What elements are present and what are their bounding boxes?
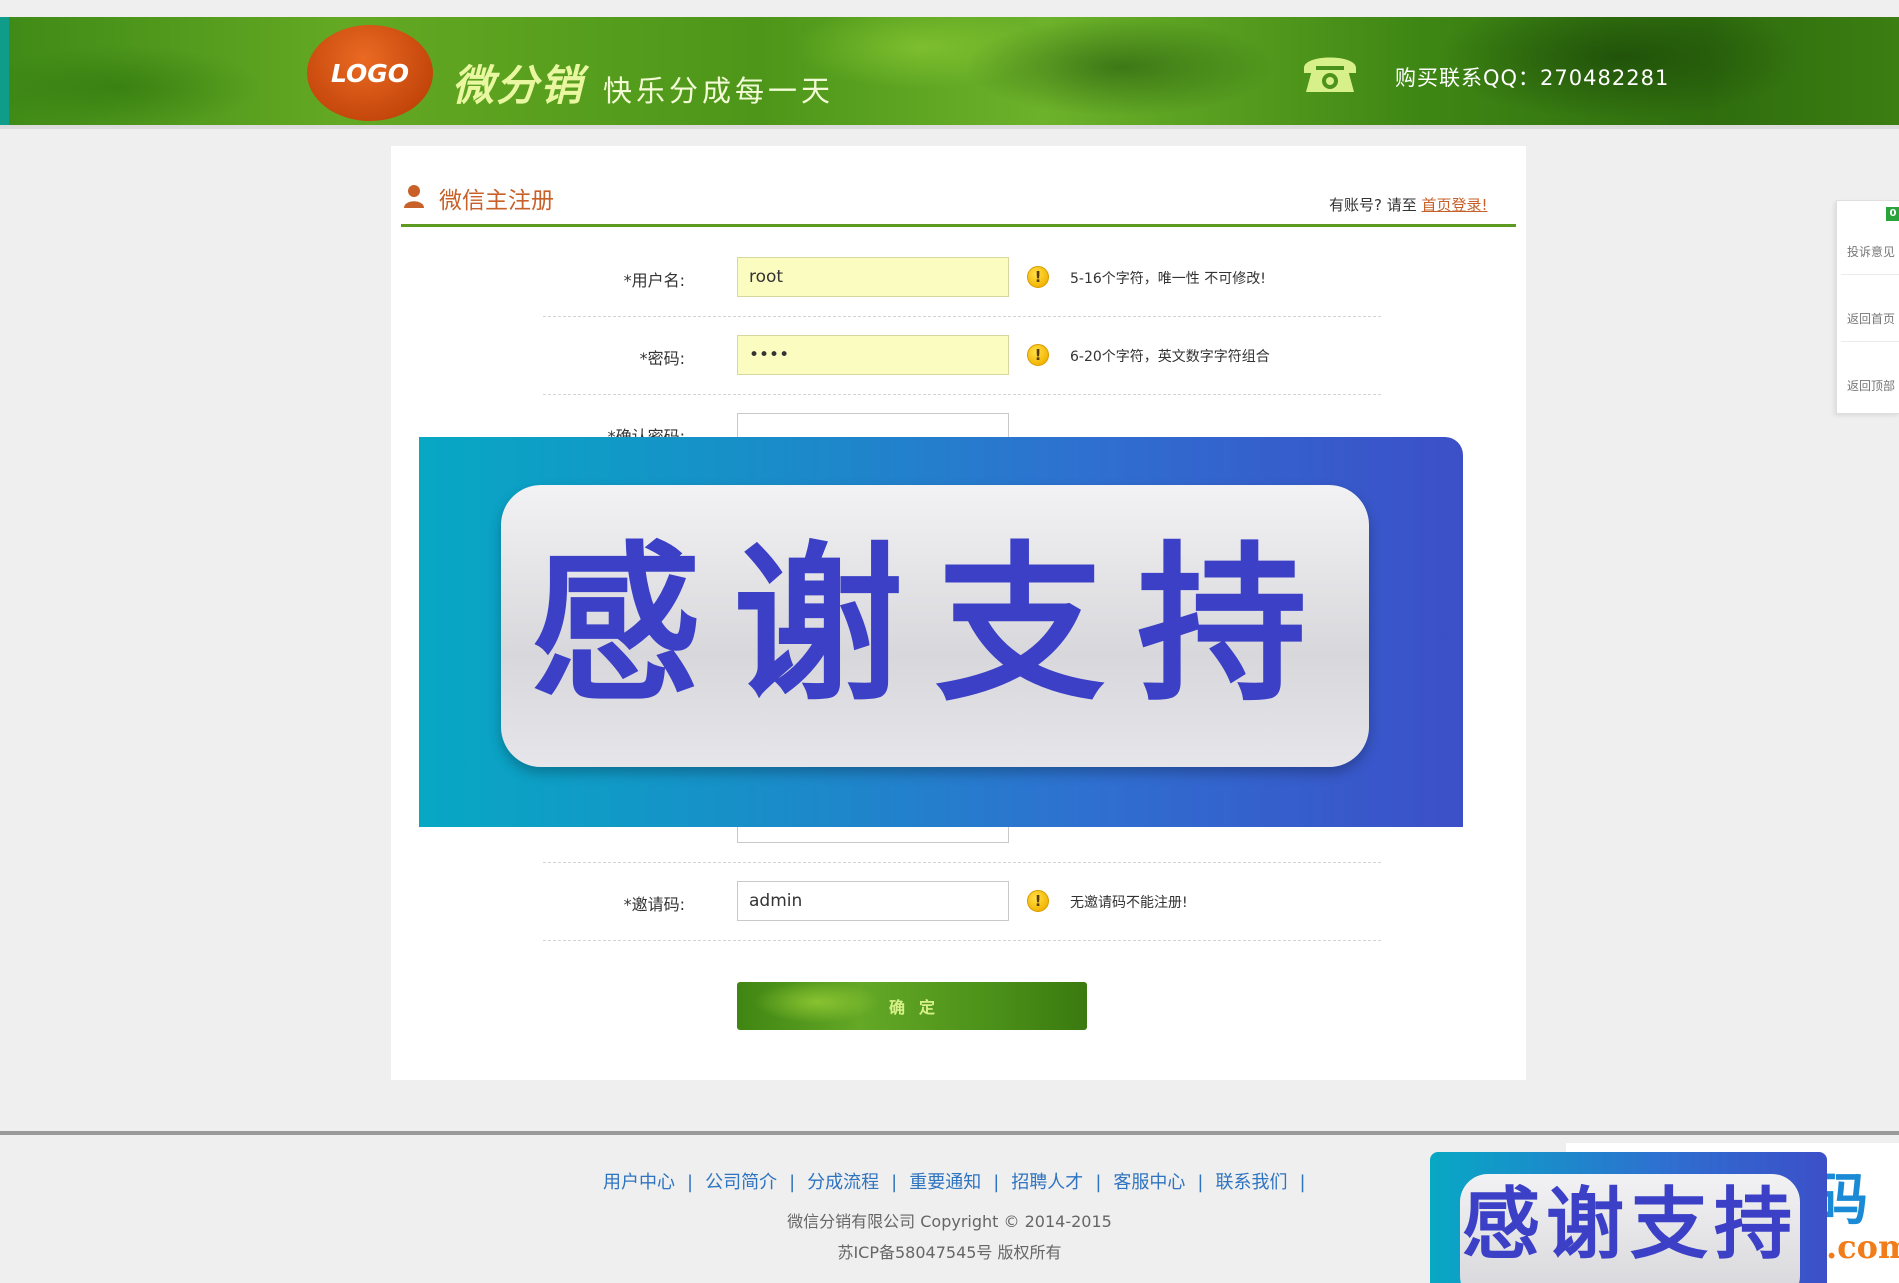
username-input[interactable]: root — [737, 257, 1009, 297]
password-input[interactable]: •••• — [737, 335, 1009, 375]
footer-link-notice[interactable]: 重要通知 — [909, 1172, 981, 1193]
brand-slogan: 快乐分成每一天 — [603, 74, 835, 108]
page-title: 微信主注册 — [439, 188, 554, 214]
password-label: *密码: — [639, 349, 685, 368]
footer-separator: | — [687, 1172, 694, 1193]
submit-button[interactable]: 确定 — [737, 982, 1087, 1030]
login-link[interactable]: 首页登录! — [1422, 196, 1488, 214]
row-divider — [543, 940, 1381, 941]
warning-icon: ! — [1027, 890, 1049, 912]
footer-separator: | — [1095, 1172, 1102, 1193]
thanks-banner-plate: 感谢支持 — [501, 485, 1369, 767]
footer-separator: | — [891, 1172, 898, 1193]
toolbar-item-home[interactable]: 返回首页 — [1847, 310, 1895, 327]
row-divider — [543, 316, 1381, 317]
footer-link-service[interactable]: 客服中心 — [1113, 1172, 1185, 1193]
login-prompt: 有账号? 请至 首页登录! — [1329, 194, 1488, 215]
title-underline — [401, 224, 1516, 227]
invite-hint: 无邀请码不能注册! — [1070, 895, 1188, 911]
invite-input[interactable]: admin — [737, 881, 1009, 921]
toolbar-divider — [1841, 341, 1899, 342]
phone-icon — [1304, 57, 1356, 92]
footer-link-process[interactable]: 分成流程 — [807, 1172, 879, 1193]
invite-label: *邀请码: — [623, 895, 685, 914]
user-icon — [404, 185, 424, 208]
footer-link-jobs[interactable]: 招聘人才 — [1011, 1172, 1083, 1193]
login-prompt-text: 有账号? 请至 — [1329, 196, 1417, 214]
footer-link-contact[interactable]: 联系我们 — [1215, 1172, 1287, 1193]
watermark-com: .com — [1826, 1228, 1899, 1266]
toolbar-item-feedback[interactable]: 投诉意见 — [1847, 243, 1895, 260]
toolbar-badge: 0 — [1886, 207, 1899, 221]
footer-link-user-center[interactable]: 用户中心 — [603, 1172, 675, 1193]
toolbar-divider — [1841, 274, 1899, 275]
thanks-badge: 感谢支持 — [1430, 1152, 1827, 1283]
footer-link-about[interactable]: 公司简介 — [705, 1172, 777, 1193]
row-divider — [543, 862, 1381, 863]
footer-separator: | — [993, 1172, 1000, 1193]
footer-separator: | — [789, 1172, 796, 1193]
username-label: *用户名: — [623, 271, 685, 290]
footer-separator: | — [1197, 1172, 1204, 1193]
footer-nav: 用户中心 | 公司简介 | 分成流程 | 重要通知 | 招聘人才 | 客服中心 | 联系我们 | — [603, 1168, 1318, 1194]
thanks-badge-text: 感谢支持 — [1461, 1180, 1798, 1270]
toolbar-item-top[interactable]: 返回顶部 — [1847, 377, 1895, 394]
footer-divider — [0, 1131, 1899, 1135]
thanks-banner-text: 感谢支持 — [530, 527, 1339, 725]
username-hint: 5-16个字符，唯一性 不可修改! — [1070, 271, 1266, 287]
thanks-banner: 感谢支持 — [419, 437, 1463, 827]
warning-icon: ! — [1027, 266, 1049, 288]
warning-icon: ! — [1027, 344, 1049, 366]
password-hint: 6-20个字符，英文数字字符组合 — [1070, 349, 1270, 365]
header-accent-strip — [0, 17, 9, 125]
float-toolbar: 0 投诉意见 返回首页 返回顶部 — [1836, 200, 1899, 414]
footer-separator: | — [1299, 1172, 1306, 1193]
header-divider — [0, 125, 1899, 129]
row-divider — [543, 394, 1381, 395]
site-logo[interactable]: LOGO — [307, 25, 433, 121]
thanks-badge-plate: 感谢支持 — [1460, 1174, 1800, 1283]
brand-name: 微分销 — [452, 61, 585, 110]
contact-qq: 购买联系QQ：270482281 — [1395, 66, 1670, 90]
